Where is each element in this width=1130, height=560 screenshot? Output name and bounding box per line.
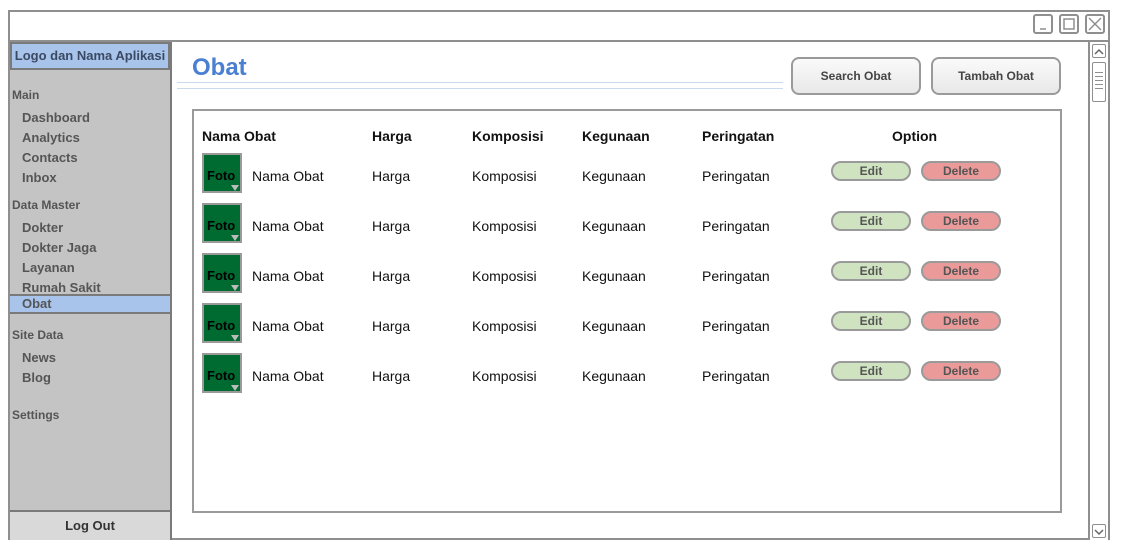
sidebar-item-dokter-jaga[interactable]: Dokter Jaga bbox=[22, 240, 96, 255]
cell-harga: Harga bbox=[372, 368, 411, 384]
cell-nama-obat: Nama Obat bbox=[252, 368, 324, 384]
cell-kegunaan: Kegunaan bbox=[582, 268, 646, 284]
cell-nama-obat: Nama Obat bbox=[252, 168, 324, 184]
cell-kegunaan: Kegunaan bbox=[582, 218, 646, 234]
column-header-option: Option bbox=[892, 128, 938, 144]
section-main: Main bbox=[12, 88, 40, 102]
edit-button[interactable]: Edit bbox=[831, 261, 911, 281]
column-header-kegunaan: Kegunaan bbox=[582, 128, 650, 144]
sidebar-item-analytics[interactable]: Analytics bbox=[22, 130, 80, 145]
delete-button[interactable]: Delete bbox=[921, 261, 1001, 281]
cell-harga: Harga bbox=[372, 268, 411, 284]
delete-button[interactable]: Delete bbox=[921, 361, 1001, 381]
column-header-nama-obat: Nama Obat bbox=[202, 128, 276, 144]
delete-button[interactable]: Delete bbox=[921, 161, 1001, 181]
sidebar: Logo dan Nama Aplikasi Main Dashboard An… bbox=[10, 42, 172, 540]
cell-kegunaan: Kegunaan bbox=[582, 368, 646, 384]
foto-thumbnail[interactable]: Foto bbox=[202, 203, 242, 243]
dropdown-arrow-icon bbox=[231, 385, 239, 391]
cell-nama-obat: Nama Obat bbox=[252, 318, 324, 334]
edit-button[interactable]: Edit bbox=[831, 361, 911, 381]
app-logo[interactable]: Logo dan Nama Aplikasi bbox=[10, 42, 170, 70]
section-site-data: Site Data bbox=[12, 328, 64, 342]
cell-peringatan: Peringatan bbox=[702, 168, 770, 184]
cell-harga: Harga bbox=[372, 168, 411, 184]
foto-thumbnail[interactable]: Foto bbox=[202, 153, 242, 193]
scrollbar-thumb[interactable] bbox=[1092, 62, 1106, 102]
column-header-peringatan: Peringatan bbox=[702, 128, 775, 144]
cell-komposisi: Komposisi bbox=[472, 168, 537, 184]
foto-label: Foto bbox=[207, 168, 236, 183]
title-underline bbox=[177, 82, 783, 89]
tambah-obat-button[interactable]: Tambah Obat bbox=[931, 57, 1061, 95]
cell-kegunaan: Kegunaan bbox=[582, 168, 646, 184]
foto-label: Foto bbox=[207, 268, 236, 283]
sidebar-item-layanan[interactable]: Layanan bbox=[22, 260, 75, 275]
edit-button[interactable]: Edit bbox=[831, 161, 911, 181]
cell-harga: Harga bbox=[372, 218, 411, 234]
sidebar-item-rumah-sakit[interactable]: Rumah Sakit bbox=[22, 280, 101, 295]
foto-thumbnail[interactable]: Foto bbox=[202, 353, 242, 393]
cell-peringatan: Peringatan bbox=[702, 218, 770, 234]
column-header-komposisi: Komposisi bbox=[472, 128, 544, 144]
sidebar-item-contacts[interactable]: Contacts bbox=[22, 150, 78, 165]
chevron-down-icon[interactable] bbox=[1092, 524, 1106, 538]
cell-nama-obat: Nama Obat bbox=[252, 268, 324, 284]
cell-kegunaan: Kegunaan bbox=[582, 318, 646, 334]
delete-button[interactable]: Delete bbox=[921, 211, 1001, 231]
minimize-icon[interactable] bbox=[1033, 14, 1053, 34]
dropdown-arrow-icon bbox=[231, 285, 239, 291]
dropdown-arrow-icon bbox=[231, 235, 239, 241]
foto-thumbnail[interactable]: Foto bbox=[202, 303, 242, 343]
vertical-scrollbar[interactable] bbox=[1088, 42, 1108, 540]
sidebar-item-blog[interactable]: Blog bbox=[22, 370, 51, 385]
close-icon[interactable] bbox=[1085, 14, 1105, 34]
cell-komposisi: Komposisi bbox=[472, 318, 537, 334]
logout-button[interactable]: Log Out bbox=[10, 510, 170, 540]
cell-peringatan: Peringatan bbox=[702, 318, 770, 334]
chevron-up-icon[interactable] bbox=[1092, 44, 1106, 58]
foto-label: Foto bbox=[207, 218, 236, 233]
sidebar-item-inbox[interactable]: Inbox bbox=[22, 170, 57, 185]
section-settings[interactable]: Settings bbox=[12, 408, 59, 422]
page-title: Obat bbox=[192, 54, 247, 81]
foto-label: Foto bbox=[207, 368, 236, 383]
title-bar bbox=[10, 12, 1108, 42]
cell-harga: Harga bbox=[372, 318, 411, 334]
sidebar-item-news[interactable]: News bbox=[22, 350, 56, 365]
sidebar-item-dashboard[interactable]: Dashboard bbox=[22, 110, 90, 125]
cell-komposisi: Komposisi bbox=[472, 218, 537, 234]
foto-label: Foto bbox=[207, 318, 236, 333]
edit-button[interactable]: Edit bbox=[831, 211, 911, 231]
section-data-master: Data Master bbox=[12, 198, 81, 212]
cell-nama-obat: Nama Obat bbox=[252, 218, 324, 234]
search-obat-button[interactable]: Search Obat bbox=[791, 57, 921, 95]
dropdown-arrow-icon bbox=[231, 185, 239, 191]
delete-button[interactable]: Delete bbox=[921, 311, 1001, 331]
sidebar-item-dokter[interactable]: Dokter bbox=[22, 220, 63, 235]
foto-thumbnail[interactable]: Foto bbox=[202, 253, 242, 293]
cell-peringatan: Peringatan bbox=[702, 268, 770, 284]
dropdown-arrow-icon bbox=[231, 335, 239, 341]
cell-komposisi: Komposisi bbox=[472, 268, 537, 284]
cell-peringatan: Peringatan bbox=[702, 368, 770, 384]
sidebar-item-obat[interactable]: Obat bbox=[10, 294, 170, 314]
column-header-harga: Harga bbox=[372, 128, 412, 144]
edit-button[interactable]: Edit bbox=[831, 311, 911, 331]
cell-komposisi: Komposisi bbox=[472, 368, 537, 384]
maximize-icon[interactable] bbox=[1059, 14, 1079, 34]
